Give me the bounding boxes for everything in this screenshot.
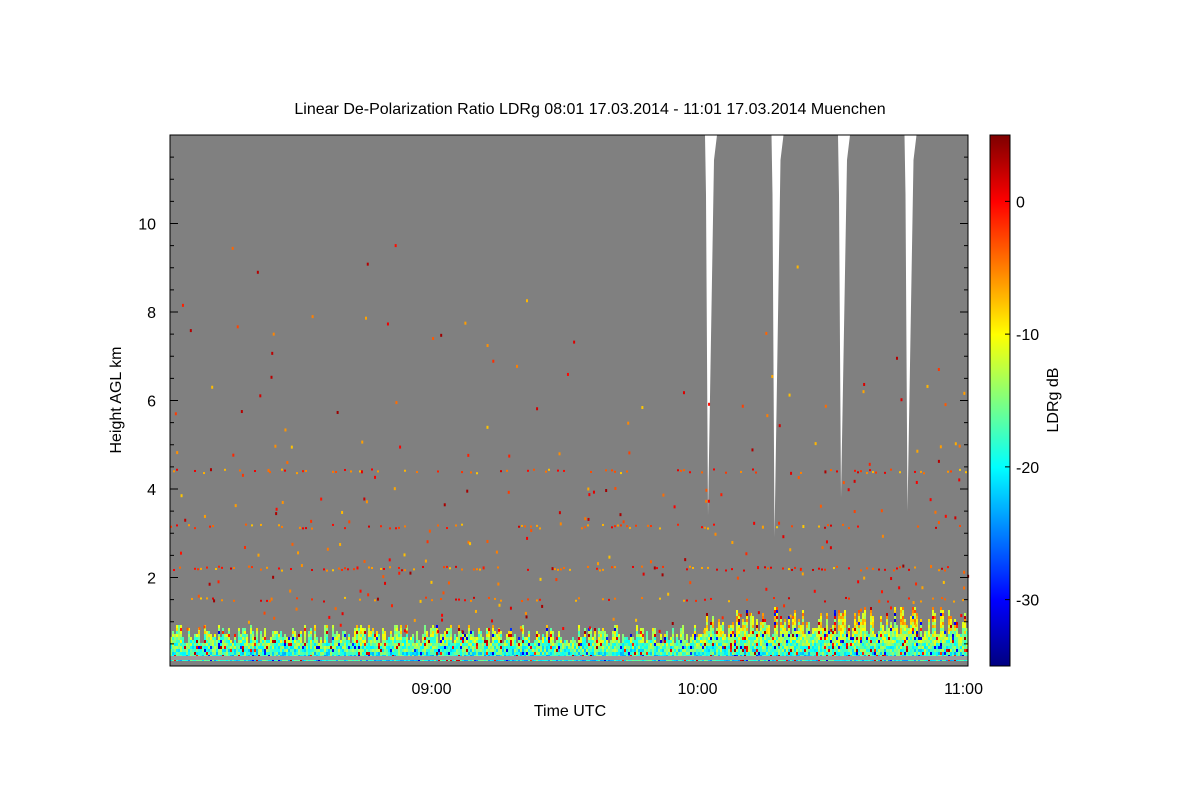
colorbar-label: LDRg dB xyxy=(1045,368,1062,433)
colorbar-tick-label: -10 xyxy=(1016,327,1039,344)
plot-area xyxy=(170,135,970,666)
x-axis-label: Time UTC xyxy=(534,703,606,720)
x-tick-label: 11:00 xyxy=(944,681,983,698)
colorbar: 0 -10 -20 -30 xyxy=(989,134,1039,667)
colorbar-tick-label: 0 xyxy=(1016,194,1025,211)
y-axis-label: Height AGL km xyxy=(108,346,125,453)
ground-band xyxy=(170,656,968,660)
chart-title: Linear De-Polarization Ratio LDRg 08:01 … xyxy=(294,101,885,118)
data-background xyxy=(170,135,968,666)
y-tick-label: 4 xyxy=(147,482,156,499)
y-tick-label: 2 xyxy=(147,571,156,588)
colorbar-tick-label: -30 xyxy=(1016,593,1039,610)
x-tick-label: 09:00 xyxy=(412,681,452,698)
y-tick-label: 6 xyxy=(147,394,156,411)
y-tick-label: 8 xyxy=(147,305,156,322)
y-tick-label: 10 xyxy=(138,217,156,234)
x-tick-label: 10:00 xyxy=(678,681,718,698)
chart-figure: Linear De-Polarization Ratio LDRg 08:01 … xyxy=(108,101,1062,720)
colorbar-tick-label: -20 xyxy=(1016,460,1039,477)
